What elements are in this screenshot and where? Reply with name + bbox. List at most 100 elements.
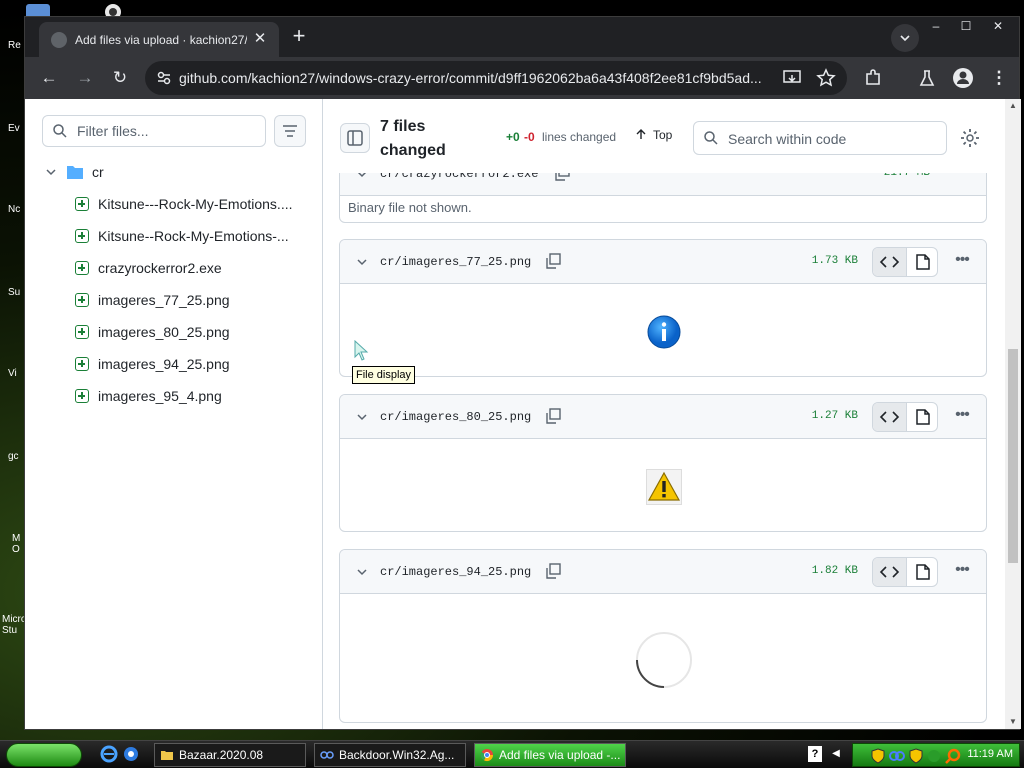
tree-file-item[interactable]: crazyrockerror2.exe [75,257,305,281]
more-options-icon[interactable]: ••• [952,407,972,427]
system-clock[interactable]: 11:19 AM [967,748,1013,760]
tree-file-item[interactable]: imageres_77_25.png [75,289,305,313]
antivirus-icon[interactable] [927,749,941,763]
file-display-button[interactable] [906,403,937,431]
more-options-icon[interactable]: ••• [952,562,972,582]
file-path[interactable]: cr/imageres_77_25.png [380,255,531,269]
filter-files-input[interactable] [75,121,261,141]
chevron-down-icon[interactable] [44,165,58,179]
filter-icon [283,125,297,137]
tree-file-item[interactable]: Kitsune---Rock-My-Emotions.... [75,193,305,217]
info-icon [647,315,681,349]
chevron-down-icon[interactable] [354,564,370,580]
file-display-button[interactable] [906,558,937,586]
file-size: 1.27 KB [811,410,858,422]
reload-button[interactable]: ↻ [106,64,134,92]
extensions-icon[interactable] [859,64,887,92]
filter-options-button[interactable] [274,115,306,147]
folder-icon [67,166,83,179]
address-url[interactable]: github.com/kachion27/windows-crazy-error… [179,69,779,87]
chevron-down-icon[interactable] [354,254,370,270]
file-name: imageres_77_25.png [98,292,230,308]
code-icon [879,411,900,423]
files-changed-line2: changed [380,142,446,159]
diff-file-header: cr/imageres_94_25.png 1.82 KB ••• [340,550,986,594]
internet-explorer-icon[interactable] [100,745,118,763]
file-name: imageres_94_25.png [98,356,230,372]
profile-avatar-icon[interactable] [949,64,977,92]
help-icon[interactable]: ? [808,746,822,762]
additions-count: +0 [506,130,520,144]
tree-folder-cr[interactable]: cr [42,161,302,185]
copy-icon[interactable] [544,407,562,425]
file-path[interactable]: cr/imageres_94_25.png [380,565,531,579]
close-window-button[interactable]: ✕ [983,17,1013,35]
source-view-button[interactable] [873,248,906,276]
folder-icon [161,751,173,760]
tree-file-item[interactable]: imageres_80_25.png [75,321,305,345]
address-bar[interactable]: github.com/kachion27/windows-crazy-error… [145,61,847,95]
diff-file-header: cr/imageres_80_25.png 1.27 KB ••• [340,395,986,439]
install-app-icon[interactable] [781,67,803,89]
search-code-input[interactable] [726,129,936,149]
file-display-button[interactable] [906,248,937,276]
tree-file-item[interactable]: Kitsune--Rock-My-Emotions-... [75,225,305,249]
scrollbar-thumb[interactable] [1008,349,1018,563]
taskbar-item-active[interactable]: Add files via upload -... [474,743,626,767]
new-tab-button[interactable]: + [287,25,311,49]
file-added-icon [75,325,89,339]
tab-title: Add files via upload · kachion27/w [75,33,247,47]
source-view-button[interactable] [873,403,906,431]
page-scrollbar[interactable]: ▲ ▼ [1005,99,1021,729]
security-warning-icon[interactable] [909,748,923,764]
code-icon [879,566,900,578]
labs-flask-icon[interactable] [913,64,941,92]
browser-quicklaunch-icon[interactable] [122,745,140,763]
more-options-icon[interactable]: ••• [952,252,972,272]
tab-active[interactable]: Add files via upload · kachion27/w ✕ [39,22,279,57]
toggle-file-tree-button[interactable] [340,123,370,153]
chrome-icon [480,749,493,762]
network-icon[interactable] [889,749,905,763]
bookmark-star-icon[interactable] [815,67,837,89]
maximize-button[interactable]: ☐ [951,17,981,35]
magnifier-tool-icon[interactable] [945,748,961,764]
file-size: 1.82 KB [811,565,858,577]
taskbar-item[interactable]: Bazaar.2020.08 [154,743,306,767]
tray-expand-icon[interactable]: ◀ [830,747,842,761]
file-tree-sidebar: cr Kitsune---Rock-My-Emotions.... Kitsun… [25,99,323,729]
binary-notice: Binary file not shown. [348,200,472,215]
browser-menu-icon[interactable]: ⋮ [985,64,1013,92]
tree-file-item[interactable]: imageres_94_25.png [75,353,305,377]
diff-main: cr/crazyrockerror2.exe 21.7 MB ••• Binar… [323,99,1005,729]
view-toggle [872,557,938,587]
source-view-button[interactable] [873,558,906,586]
copy-icon[interactable] [544,252,562,270]
tree-file-item[interactable]: imageres_95_4.png [75,385,305,409]
minimize-button[interactable]: – [921,17,951,35]
taskbar: Bazaar.2020.08 Backdoor.Win32.Ag... Add … [0,740,1024,768]
search-code-field[interactable] [693,121,947,155]
gear-icon[interactable] [959,127,981,149]
scroll-down-arrow-icon[interactable]: ▼ [1005,715,1021,729]
forward-button[interactable]: → [71,64,99,92]
scroll-top-link[interactable]: Top [635,128,672,142]
file-added-icon [75,293,89,307]
scroll-up-arrow-icon[interactable]: ▲ [1005,99,1021,113]
file-added-icon [75,229,89,243]
copy-icon[interactable] [544,562,562,580]
tab-close-icon[interactable]: ✕ [251,30,269,48]
tab-search-button[interactable] [891,24,919,52]
taskbar-item[interactable]: Backdoor.Win32.Ag... [314,743,466,767]
file-path[interactable]: cr/imageres_80_25.png [380,410,531,424]
start-button[interactable] [6,743,82,767]
site-settings-icon[interactable] [153,67,175,89]
taskbar-item-label: Bazaar.2020.08 [179,748,264,762]
file-icon [916,409,930,425]
back-button[interactable]: ← [35,64,63,92]
filter-files-field[interactable] [42,115,266,147]
browser-toolbar: ← → ↻ github.com/kachion27/windows-crazy… [25,57,1019,99]
chevron-down-icon[interactable] [354,409,370,425]
security-shield-icon[interactable] [871,748,885,764]
diff-header: 7 files changed +0 -0 lines changed Top [323,99,1005,173]
